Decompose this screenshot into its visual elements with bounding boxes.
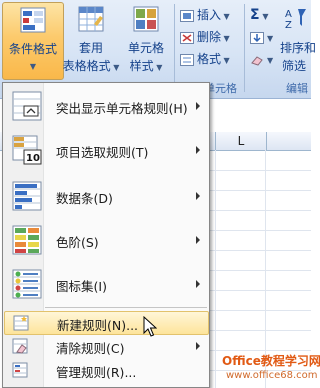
icon-sets-icon	[12, 269, 42, 299]
clear-rules-icon	[12, 338, 28, 354]
watermark-title: Office教程学习网	[222, 354, 320, 368]
top-10-icon: 10	[12, 135, 42, 165]
highlight-cells-icon	[12, 91, 42, 121]
menu-item-data-bars[interactable]: 数据条(D)	[4, 177, 207, 215]
format-as-table-line1: 套用	[78, 41, 103, 55]
menu-item-top-bottom-rules[interactable]: 10 项目选取规则(T)	[4, 131, 207, 169]
svg-text:A: A	[285, 9, 292, 20]
svg-text:Z: Z	[285, 20, 292, 30]
menu-item-label: 数据条(D)	[56, 191, 113, 206]
insert-label: 插入	[197, 8, 222, 22]
ribbon-separator	[244, 4, 245, 92]
grid-line	[215, 150, 216, 388]
manage-rules-icon	[12, 362, 28, 378]
menu-item-clear-rules[interactable]: 清除规则(C)	[4, 335, 207, 357]
grid-line	[210, 310, 311, 311]
grid-line	[210, 230, 311, 231]
format-as-table-line2-text: 表格格式	[62, 59, 111, 73]
submenu-arrow-icon	[196, 102, 200, 110]
data-bars-icon	[12, 181, 42, 211]
grid-line	[210, 250, 311, 251]
submenu-arrow-icon	[196, 342, 200, 350]
sort-filter-icon: A Z	[285, 9, 306, 30]
new-rule-icon	[13, 315, 29, 331]
eraser-icon	[251, 55, 263, 66]
delete-cells-icon	[180, 31, 194, 44]
menu-item-label: 图标集(I)	[56, 279, 107, 294]
menu-item-highlight-cells-rules[interactable]: 突出显示单元格规则(H)	[4, 87, 207, 125]
mouse-cursor-icon	[143, 316, 157, 337]
conditional-format-label: 条件格式	[8, 42, 57, 56]
submenu-arrow-icon	[196, 192, 200, 200]
sort-filter-line2: 筛选	[282, 59, 307, 73]
menu-item-label: 管理规则(R)...	[56, 365, 137, 380]
menu-item-label: 项目选取规则(T)	[56, 145, 149, 160]
column-header-l[interactable]: L	[215, 132, 267, 150]
insert-cells-icon	[180, 9, 194, 22]
submenu-arrow-icon	[196, 236, 200, 244]
table-format-icon	[78, 6, 104, 32]
menu-item-new-rule[interactable]: 新建规则(N)...	[4, 311, 209, 335]
sort-filter-line1: 排序和	[280, 41, 317, 55]
chevron-down-icon: ▼	[259, 12, 269, 21]
chevron-down-icon: ▼	[110, 63, 120, 72]
ribbon-separator	[174, 4, 175, 92]
clear-button[interactable]: ▼	[250, 50, 273, 68]
chevron-down-icon: ▼	[221, 34, 230, 43]
cell-styles-line2-text: 样式	[129, 59, 154, 73]
delete-label: 删除	[197, 30, 222, 44]
chevron-down-icon: ▼	[153, 63, 163, 72]
grid-line	[210, 350, 311, 351]
conditional-format-icon	[20, 7, 46, 33]
grid-line	[210, 190, 311, 191]
format-label: 格式	[197, 52, 222, 66]
cell-styles-line2: 样式 ▼	[120, 58, 172, 76]
chevron-down-icon: ▼	[221, 56, 230, 65]
cell-styles-icon	[133, 6, 159, 32]
submenu-arrow-icon	[196, 280, 200, 288]
grid-line	[210, 290, 311, 291]
menu-item-label: 突出显示单元格规则(H)	[56, 101, 188, 116]
cell-styles-button[interactable]: 单元格 样式 ▼	[120, 2, 172, 78]
autosum-button[interactable]: Σ ▼	[250, 6, 269, 24]
chevron-down-icon: ▼	[221, 12, 230, 21]
chevron-down-icon: ▼	[29, 62, 37, 71]
top-10-icon-text: 10	[26, 153, 40, 164]
menu-item-manage-rules[interactable]: 管理规则(R)...	[4, 359, 207, 381]
conditional-format-menu: 突出显示单元格规则(H) 10 项目选取规则(T) 数据条(D) 色阶(S) 图…	[2, 82, 210, 388]
menu-separator	[45, 307, 207, 308]
conditional-format-button[interactable]: 条件格式 ▼	[2, 2, 64, 80]
grid-line	[210, 270, 311, 271]
menu-item-color-scales[interactable]: 色阶(S)	[4, 221, 207, 259]
menu-item-label: 色阶(S)	[56, 235, 99, 250]
watermark-url: www.office68.com	[226, 370, 318, 381]
format-as-table-line2: 表格格式 ▼	[62, 58, 120, 76]
format-cells-icon	[180, 53, 194, 66]
grid-line	[210, 210, 311, 211]
grid-line	[210, 330, 311, 331]
cell-styles-line1: 单元格	[127, 41, 164, 55]
sort-filter-button[interactable]: A Z 排序和 筛选	[278, 2, 318, 78]
fill-button[interactable]: ▼	[250, 28, 273, 46]
menu-item-label: 清除规则(C)	[56, 341, 125, 356]
format-as-table-button[interactable]: 套用 表格格式 ▼	[62, 2, 120, 78]
sigma-icon: Σ	[250, 7, 260, 23]
insert-button[interactable]: 插入 ▼	[180, 6, 230, 24]
delete-button[interactable]: 删除 ▼	[180, 28, 230, 46]
grid-line	[210, 170, 311, 171]
menu-item-icon-sets[interactable]: 图标集(I)	[4, 265, 207, 303]
format-button[interactable]: 格式 ▼	[180, 50, 230, 68]
menu-item-label: 新建规则(N)...	[57, 318, 139, 333]
fill-down-icon	[250, 31, 264, 44]
group-label-edit: 编辑	[286, 82, 308, 95]
chevron-down-icon: ▼	[267, 56, 274, 65]
color-scales-icon	[12, 225, 42, 255]
submenu-arrow-icon	[196, 146, 200, 154]
chevron-down-icon: ▼	[267, 34, 274, 43]
